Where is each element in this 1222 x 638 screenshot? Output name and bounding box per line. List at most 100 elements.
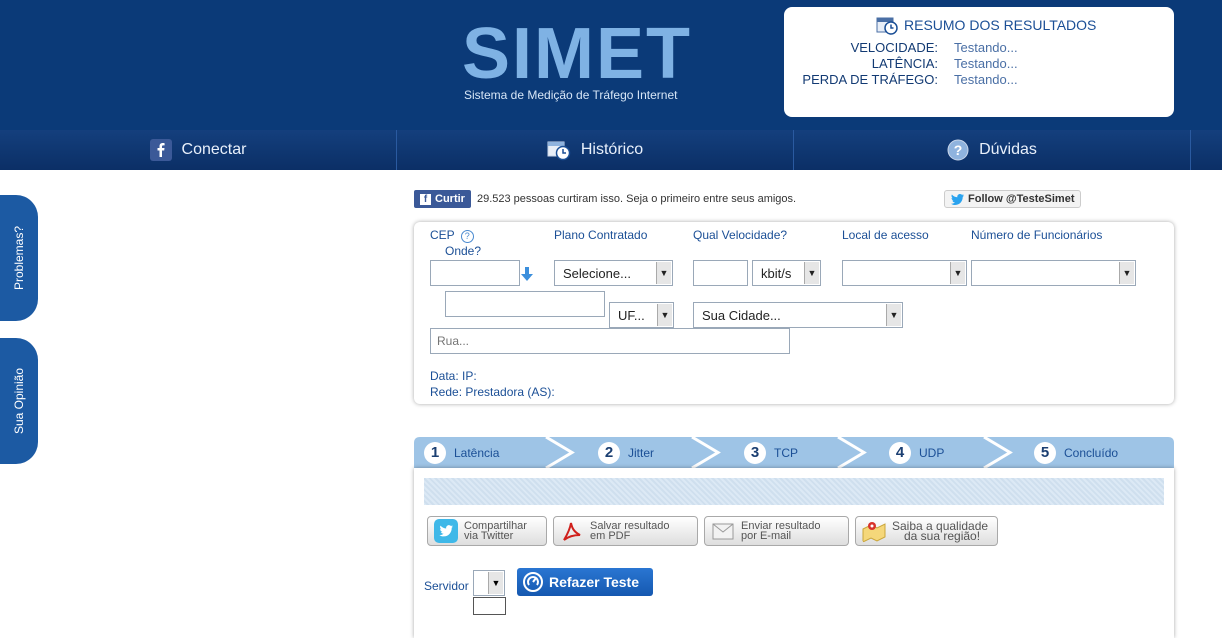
history-icon xyxy=(547,141,571,161)
test-panel: Compartilhar via Twitter Salvar resultad… xyxy=(414,468,1174,638)
simet-logo[interactable]: SIMET Sistema de Medição de Tráfego Inte… xyxy=(462,14,702,106)
results-summary: RESUMO DOS RESULTADOS VELOCIDADE: Testan… xyxy=(784,7,1174,117)
step-number: 4 xyxy=(889,441,911,464)
logo-text: SIMET xyxy=(462,14,693,94)
nav-item-conectar[interactable]: Conectar xyxy=(0,130,397,170)
side-tab-problemas[interactable]: Problemas? xyxy=(0,195,38,321)
region-quality-button[interactable]: Saiba a qualidade da sua região! xyxy=(855,516,998,546)
email-result-button[interactable]: Enviar resultado por E-mail xyxy=(704,516,849,546)
summary-value: Testando... xyxy=(954,72,1018,87)
step-tcp: 3 TCP xyxy=(744,437,798,468)
local-select[interactable]: ▼ xyxy=(842,260,967,286)
email-result-label: Enviar resultado por E-mail xyxy=(741,521,821,542)
step-number: 1 xyxy=(424,441,446,464)
step-concluido: 5 Concluído xyxy=(1034,437,1118,468)
plano-label: Plano Contratado xyxy=(554,228,648,242)
funcionarios-select[interactable]: ▼ xyxy=(971,260,1136,286)
calendar-clock-icon xyxy=(876,17,898,35)
help-icon[interactable]: ? xyxy=(460,230,474,243)
dropdown-arrow-icon: ▼ xyxy=(1119,262,1134,284)
step-label: Concluído xyxy=(1064,445,1119,460)
side-tab-label: Problemas? xyxy=(12,225,26,291)
like-count-text: 29.523 pessoas curtiram isso. Seja o pri… xyxy=(476,193,797,205)
local-label: Local de acesso xyxy=(842,228,929,242)
redo-test-button[interactable]: Refazer Teste xyxy=(517,568,653,596)
dropdown-arrow-icon: ▼ xyxy=(804,262,819,284)
cidade-select[interactable]: Sua Cidade... ▼ xyxy=(693,302,903,328)
nav-label: Histórico xyxy=(580,141,644,158)
rua-input[interactable] xyxy=(430,328,790,354)
test-steps: 1 Latência 2 Jitter 3 TCP 4 UDP 5 Conclu… xyxy=(414,437,1174,468)
help-icon: ? xyxy=(947,139,969,161)
summary-value: Testando... xyxy=(954,40,1018,55)
share-twitter-label: Compartilhar via Twitter xyxy=(464,521,527,542)
email-result-line2: por E-mail xyxy=(741,530,792,542)
dropdown-arrow-icon: ▼ xyxy=(950,262,965,284)
onde-input[interactable] xyxy=(445,291,605,317)
step-latencia: 1 Latência xyxy=(424,437,499,468)
logo-subtitle: Sistema de Medição de Tráfego Internet xyxy=(464,88,678,102)
step-number: 5 xyxy=(1034,441,1056,464)
summary-label: VELOCIDADE: xyxy=(850,40,938,55)
share-twitter-line2: via Twitter xyxy=(464,530,514,542)
summary-title: RESUMO DOS RESULTADOS xyxy=(904,17,1097,33)
step-udp: 4 UDP xyxy=(889,437,944,468)
share-twitter-button[interactable]: Compartilhar via Twitter xyxy=(427,516,547,546)
cidade-select-value: Sua Cidade... xyxy=(702,308,781,323)
dropdown-arrow-icon: ▼ xyxy=(657,304,672,326)
cep-input[interactable] xyxy=(430,260,520,286)
svg-text:?: ? xyxy=(954,142,963,158)
side-tab-sua-opiniao[interactable]: Sua Opinião xyxy=(0,338,38,464)
uf-select[interactable]: UF... ▼ xyxy=(609,302,674,328)
rede-text: Rede: Prestadora (AS): xyxy=(430,385,555,399)
pdf-icon xyxy=(563,522,581,541)
data-ip-text: Data: IP: xyxy=(430,369,477,383)
region-quality-label: Saiba a qualidade da sua região! xyxy=(892,520,988,542)
uf-select-value: UF... xyxy=(618,308,645,323)
step-label: TCP xyxy=(774,445,798,460)
funcionarios-label: Número de Funcionários xyxy=(971,228,1103,242)
nav-label: Conectar xyxy=(181,141,247,158)
nav-item-duvidas[interactable]: ? Dúvidas xyxy=(794,130,1191,170)
onde-label: Onde? xyxy=(445,244,482,258)
summary-label: PERDA DE TRÁFEGO: xyxy=(802,72,938,87)
summary-label: LATÊNCIA: xyxy=(871,56,938,71)
summary-title-row: RESUMO DOS RESULTADOS xyxy=(876,15,1096,35)
step-label: Latência xyxy=(454,445,500,460)
side-tab-label: Sua Opinião xyxy=(12,367,27,435)
step-label: Jitter xyxy=(628,445,655,460)
unit-select[interactable]: kbit/s ▼ xyxy=(752,260,821,286)
save-pdf-line2: em PDF xyxy=(590,530,631,542)
servidor-list[interactable] xyxy=(473,597,506,615)
dropdown-arrow-icon: ▼ xyxy=(656,262,671,284)
dropdown-arrow-icon: ▼ xyxy=(886,304,901,326)
test-progress-bar xyxy=(424,478,1164,505)
step-jitter: 2 Jitter xyxy=(598,437,654,468)
refresh-icon xyxy=(523,572,543,592)
envelope-icon xyxy=(712,523,734,540)
step-label: UDP xyxy=(919,445,945,460)
save-pdf-label: Salvar resultado em PDF xyxy=(590,521,670,542)
nav-item-historico[interactable]: Histórico xyxy=(397,130,794,170)
location-form-panel: CEP ? Onde? Plano Contratado Qual Veloci… xyxy=(414,222,1174,404)
twitter-icon xyxy=(434,519,458,543)
step-number: 2 xyxy=(598,441,620,464)
like-label: Curtir xyxy=(435,193,465,205)
facebook-icon: f xyxy=(420,193,431,205)
dropdown-arrow-icon: ▼ xyxy=(488,572,503,594)
facebook-like-button[interactable]: f Curtir xyxy=(414,190,471,208)
arrow-down-icon[interactable] xyxy=(520,266,534,282)
plano-select[interactable]: Selecione... ▼ xyxy=(554,260,673,286)
nav-label: Dúvidas xyxy=(979,141,1037,158)
plano-select-value: Selecione... xyxy=(563,266,631,281)
facebook-like-widget: f Curtir 29.523 pessoas curtiram isso. S… xyxy=(414,190,796,208)
save-pdf-button[interactable]: Salvar resultado em PDF xyxy=(553,516,698,546)
twitter-follow-button[interactable]: Follow @TesteSimet xyxy=(944,190,1082,208)
servidor-select[interactable]: ▼ xyxy=(473,570,505,596)
map-pin-icon xyxy=(862,522,886,543)
twitter-follow-label: Follow @TesteSimet xyxy=(968,193,1075,205)
velocidade-input[interactable] xyxy=(693,260,748,286)
cep-label: CEP xyxy=(430,228,455,242)
facebook-icon xyxy=(149,139,172,161)
servidor-label: Servidor xyxy=(424,579,469,593)
